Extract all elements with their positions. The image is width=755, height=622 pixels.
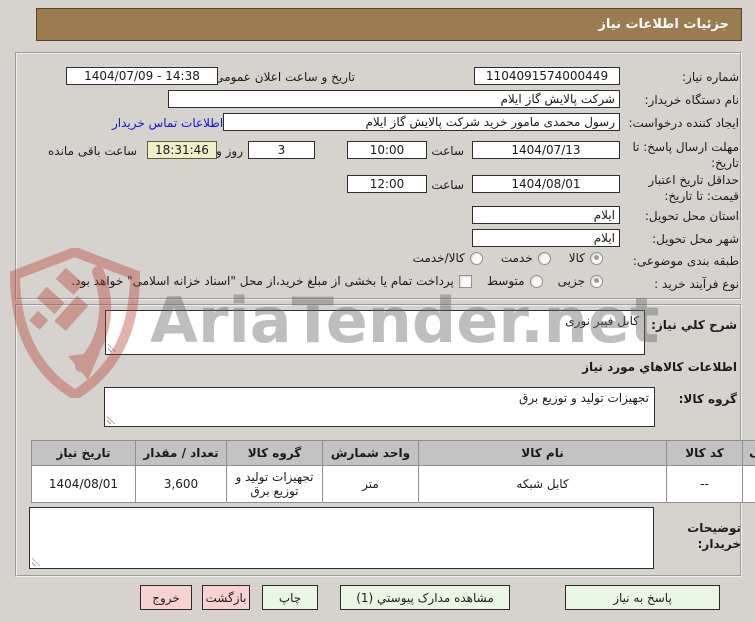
remaining-time-countdown: 18:31:46 — [147, 141, 217, 159]
remaining-time-suffix: ساعت باقی مانده — [48, 144, 138, 158]
col-need-date: تاریخ نیاز — [31, 440, 136, 466]
process-type-label: نوع فرآیند خرید : — [654, 277, 739, 291]
treasury-docs-checkbox-item[interactable]: پرداخت تمام یا بخشی از مبلغ خرید،از محل … — [71, 274, 472, 288]
category-option-service-label: خدمت — [500, 251, 533, 265]
page-title-bar: جزئیات اطلاعات نیاز — [36, 8, 742, 41]
buyer-org-label: نام دستگاه خریدار: — [644, 93, 740, 107]
goods-section-heading: اطلاعات کالاهاي مورد نياز — [582, 360, 737, 374]
cell-item-group: تجهیزات تولید و توزیع برق — [226, 465, 323, 503]
need-number-label: شماره نیاز: — [682, 70, 739, 84]
price-validity-date[interactable]: 1404/08/01 — [472, 175, 620, 193]
goods-group-textarea[interactable]: تجهیزات تولید و توزیع برق — [104, 387, 655, 427]
radio-icon[interactable] — [590, 274, 603, 288]
process-type-option-minor-label: جزیی — [557, 274, 585, 288]
category-option-goods-service-label: کالا/خدمت — [412, 251, 465, 265]
radio-icon[interactable] — [469, 251, 483, 265]
province-label: استان محل تحویل: — [644, 209, 739, 223]
radio-icon[interactable] — [529, 274, 543, 288]
reply-deadline-label: مهلت ارسال پاسخ: تا تاریخ: — [632, 140, 739, 171]
category-option-goods-service[interactable]: کالا/خدمت — [413, 251, 483, 265]
cell-need-date: 1404/08/01 — [31, 465, 136, 503]
treasury-docs-checkbox-label: پرداخت تمام یا بخشی از مبلغ خرید،از محل … — [71, 274, 454, 288]
buyer-contact-link[interactable]: اطلاعات تماس خریدار — [112, 116, 223, 130]
cell-item-name: کابل شبکه — [418, 465, 667, 503]
city-label: شهر محل تحویل: — [652, 232, 739, 246]
remaining-days-label: روز و — [216, 144, 243, 158]
resize-handle-icon[interactable] — [107, 415, 116, 424]
need-desc-label: شرح کلي نياز: — [651, 318, 737, 332]
col-row-number: ردیف — [742, 440, 755, 466]
buyer-notes-label: توضیحات خریدار: — [687, 521, 741, 552]
goods-group-value: تجهیزات تولید و توزیع برق — [519, 391, 649, 405]
tender-detail-page: { "header": { "title": "جزئیات اطلاعات ن… — [0, 0, 755, 622]
category-option-goods[interactable]: کالا — [569, 251, 603, 265]
need-desc-textarea[interactable]: کابل فیبر نوری — [105, 310, 645, 355]
price-validity-hour-label: ساعت — [431, 178, 464, 192]
reply-deadline-date[interactable]: 1404/07/13 — [472, 141, 620, 159]
back-button[interactable]: بازگشت — [202, 585, 250, 610]
publish-datetime-value[interactable]: 1404/07/09 - 14:38 — [66, 67, 218, 85]
col-item-code: کد کالا — [666, 440, 743, 466]
process-type-option-medium-label: متوسط — [486, 274, 525, 288]
process-type-options: جزیی متوسط پرداخت تمام یا بخشی از مبلغ خ… — [71, 274, 603, 288]
requester-label: ایجاد کننده درخواست: — [628, 116, 739, 130]
items-table-header: ردیف کد کالا نام کالا واحد شمارش گروه کا… — [31, 440, 755, 466]
col-item-name: نام کالا — [418, 440, 667, 466]
need-desc-value: کابل فیبر نوری — [565, 314, 639, 328]
resize-handle-icon[interactable] — [32, 557, 41, 566]
category-label: طبقه بندی موضوعی: — [632, 254, 739, 268]
process-type-option-minor[interactable]: جزیی — [558, 274, 603, 288]
exit-button[interactable]: خروج — [140, 585, 192, 610]
cell-unit: متر — [322, 465, 419, 503]
category-options: کالا خدمت کالا/خدمت — [413, 251, 603, 265]
price-validity-time[interactable]: 12:00 — [347, 175, 427, 193]
requester-value[interactable]: رسول محمدی مامور خرید شرکت پالایش گاز ای… — [223, 113, 620, 131]
col-quantity: تعداد / مقدار — [135, 440, 227, 466]
col-item-group: گروه کالا — [226, 440, 323, 466]
province-value[interactable]: ایلام — [472, 206, 620, 224]
reply-deadline-time[interactable]: 10:00 — [347, 141, 427, 159]
cell-item-code: -- — [666, 465, 743, 503]
col-unit: واحد شمارش — [322, 440, 419, 466]
resize-handle-icon[interactable] — [108, 343, 117, 352]
goods-group-label: گروه کالا: — [678, 392, 737, 406]
category-option-goods-label: کالا — [568, 251, 585, 265]
need-number-value[interactable]: 1104091574000449 — [474, 67, 620, 85]
print-button[interactable]: چاپ — [262, 585, 318, 610]
radio-icon[interactable] — [537, 251, 551, 265]
buyer-org-value[interactable]: شرکت پالایش گاز ایلام — [168, 90, 620, 108]
respond-to-need-button[interactable]: پاسخ به نیاز — [565, 585, 720, 610]
publish-datetime-label: تاریخ و ساعت اعلان عمومی: — [210, 70, 355, 84]
remaining-days-value[interactable]: 3 — [248, 141, 315, 159]
items-table: ردیف کد کالا نام کالا واحد شمارش گروه کا… — [31, 440, 755, 503]
cell-row-number: 1 — [742, 465, 755, 503]
page-title: جزئیات اطلاعات نیاز — [598, 17, 729, 32]
view-attachments-button[interactable]: مشاهده مدارک پیوستي (1) — [340, 585, 510, 610]
buyer-notes-textarea[interactable] — [29, 507, 654, 569]
checkbox-icon[interactable] — [458, 274, 472, 288]
process-type-option-medium[interactable]: متوسط — [487, 274, 543, 288]
category-option-service[interactable]: خدمت — [501, 251, 551, 265]
cell-quantity: 3,600 — [135, 465, 227, 503]
price-validity-label: حداقل تاریخ اعتبار قیمت: تا تاریخ: — [648, 173, 739, 204]
reply-deadline-hour-label: ساعت — [431, 144, 464, 158]
city-value[interactable]: ایلام — [472, 229, 620, 247]
radio-icon[interactable] — [590, 251, 603, 265]
table-row[interactable]: 1 -- کابل شبکه متر تجهیزات تولید و توزیع… — [31, 465, 755, 503]
